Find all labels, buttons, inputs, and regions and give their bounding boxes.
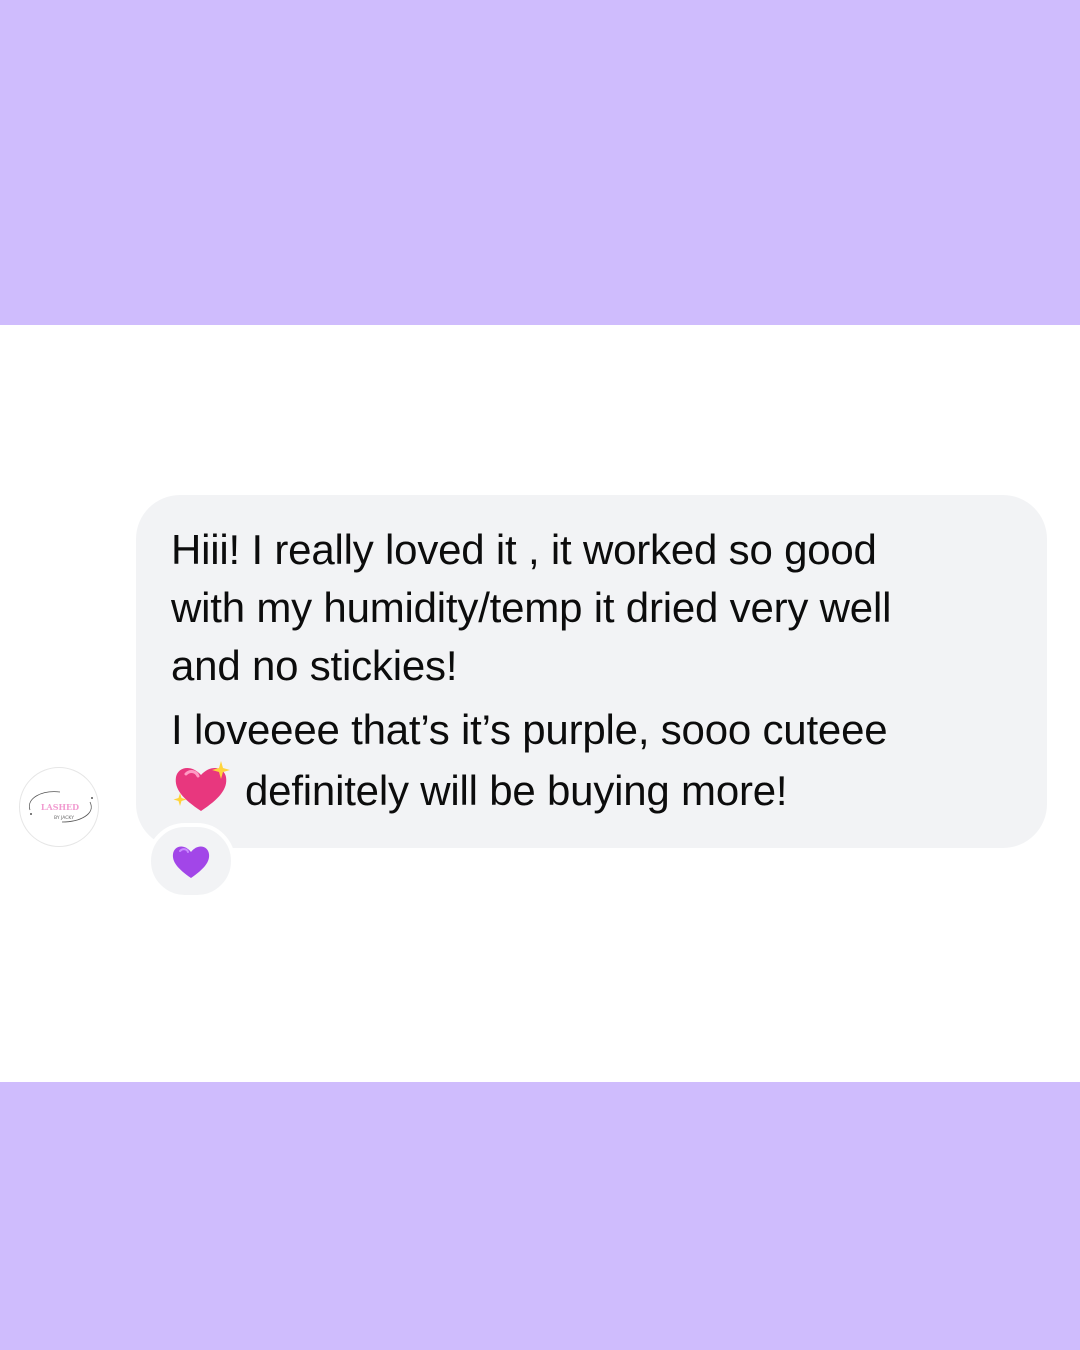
message-bubble[interactable]: Hiii! I really loved it , it worked so g… bbox=[136, 495, 1047, 848]
logo-subtext: BY JACKY bbox=[54, 815, 74, 821]
message-line: Hiii! I really loved it , it worked so g… bbox=[171, 526, 877, 573]
message-line-with-emoji: definitely will be buying more! bbox=[171, 759, 1017, 820]
message-line: I loveeee that’s it’s purple, sooo cutee… bbox=[171, 706, 888, 753]
message-line: with my humidity/temp it dried very well bbox=[171, 584, 892, 631]
sparkling-heart-icon bbox=[173, 761, 230, 811]
purple-heart-icon bbox=[172, 846, 210, 878]
sender-avatar[interactable]: LASHED BY JACKY bbox=[19, 767, 99, 847]
message-line: definitely will be buying more! bbox=[245, 767, 788, 814]
brand-logo-icon: LASHED BY JACKY bbox=[29, 791, 93, 823]
reaction-badge[interactable] bbox=[147, 823, 235, 899]
bottom-band bbox=[0, 1082, 1080, 1350]
top-band bbox=[0, 0, 1080, 325]
logo-text: LASHED bbox=[41, 802, 79, 812]
message-line: and no stickies! bbox=[171, 642, 458, 689]
